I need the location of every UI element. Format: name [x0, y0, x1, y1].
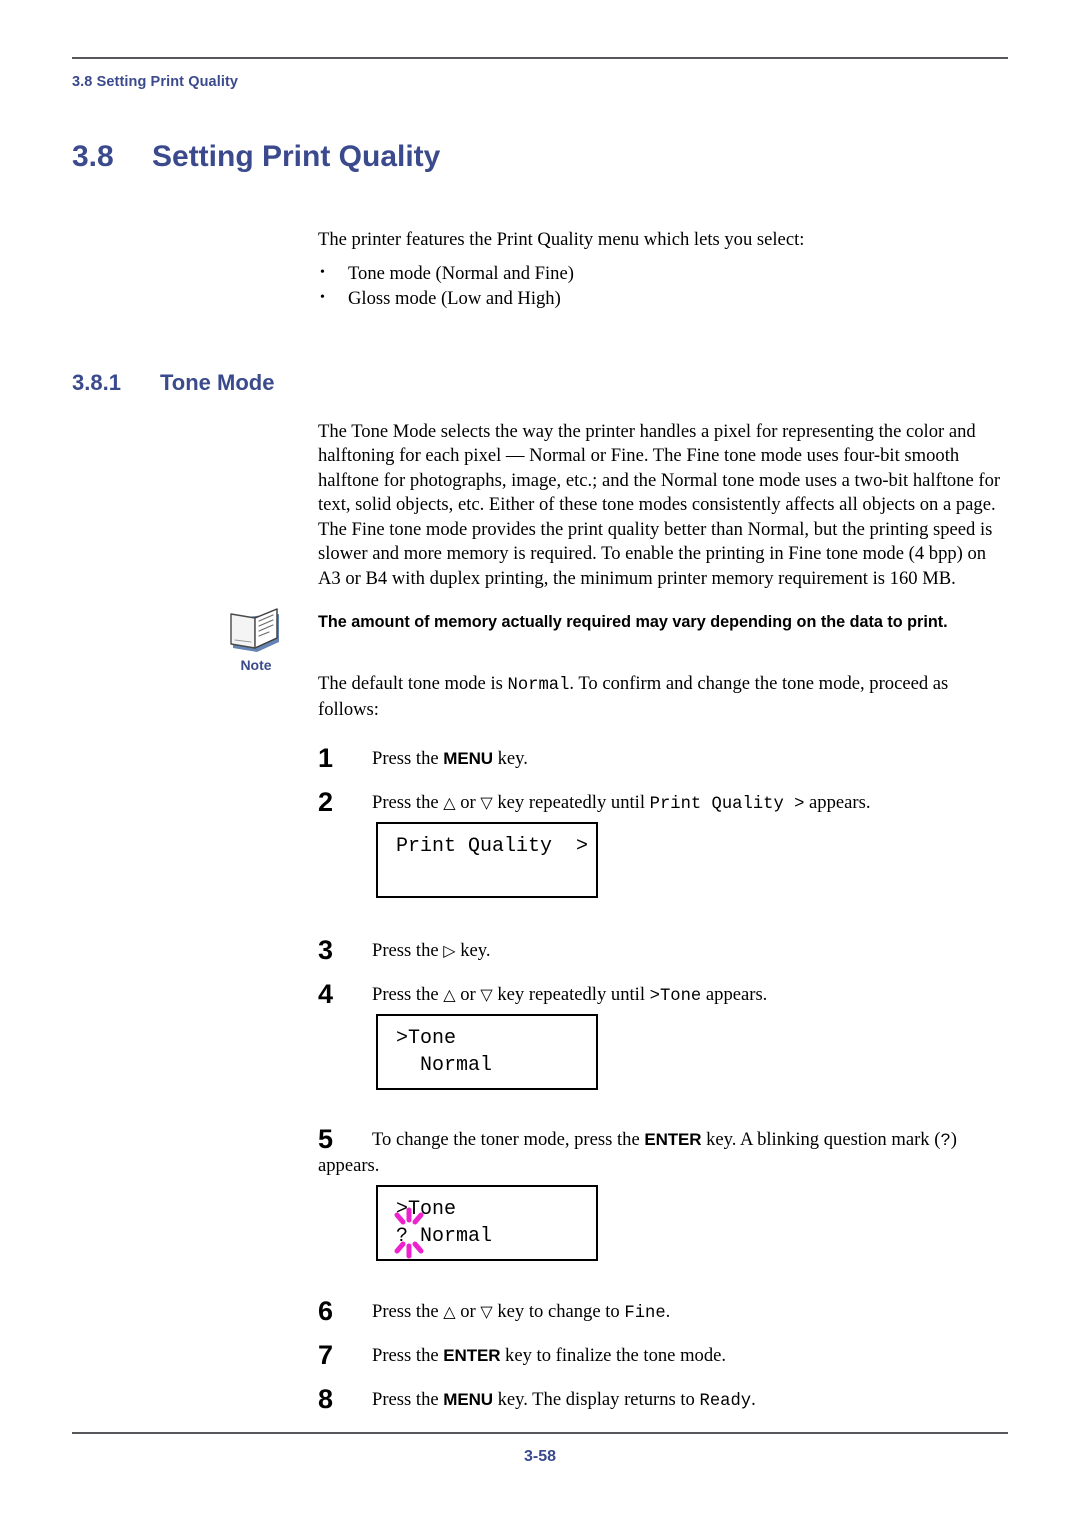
lcd-tone-normal: >Tone Normal [376, 1014, 598, 1090]
running-header: 3.8 Setting Print Quality [72, 74, 239, 90]
step-text-run-text: or [455, 792, 481, 813]
paragraph-default-tone-mode: The default tone mode is Normal. To conf… [318, 672, 1008, 723]
step-text-run-text: Press the [372, 940, 444, 961]
step-number: 5 [318, 1124, 334, 1154]
step-text-run-text: Press the [372, 792, 444, 813]
step-2: 2 Press the △ or ▽ key repeatedly until … [318, 787, 1018, 817]
lcd-line-1: >Tone [396, 1198, 457, 1221]
step-text-run-kbd: ENTER [644, 1130, 702, 1149]
step-text-run-tri: ▽ [480, 1302, 493, 1321]
step-text-run-text: key repeatedly until [492, 792, 650, 813]
step-text: Press the ENTER key to finalize the tone… [372, 1345, 726, 1366]
step-text-run-text: key repeatedly until [492, 984, 650, 1005]
step-text-run-text: key. A blinking question mark ( [701, 1129, 941, 1150]
note-callout: Note [218, 606, 294, 673]
intro-bullet-list: Tone mode (Normal and Fine) Gloss mode (… [318, 262, 1008, 313]
step-number: 2 [318, 787, 334, 817]
step-text: Press the △ or ▽ key to change to Fine. [372, 1301, 671, 1323]
step-text-run-text: Press the [372, 984, 444, 1005]
step-text-run-kbd: ENTER [443, 1346, 501, 1365]
step-text-run-text: Press the [372, 748, 444, 769]
step-text: Press the MENU key. [372, 748, 528, 769]
lcd-tone-normal-blinking: >Tone ? Normal [376, 1185, 598, 1261]
step-text-run-mono: Print Quality > [649, 795, 805, 814]
page-title: 3.8 Setting Print Quality [72, 140, 440, 174]
step-4: 4 Press the △ or ▽ key repeatedly until … [318, 979, 1018, 1009]
step-text-run-mono: Ready [699, 1392, 752, 1411]
step-text: Press the MENU key. The display returns … [372, 1389, 756, 1411]
lcd-print-quality: Print Quality > [376, 822, 598, 898]
lcd-line-2: ? Normal [394, 1207, 596, 1259]
subsection-number: 3.8.1 [72, 370, 121, 395]
step-text-run-text: appears. [701, 984, 768, 1005]
lcd-line-1: Print Quality > [396, 835, 589, 858]
step-text-run-text: Press the [372, 1389, 444, 1410]
step-text-run-kbd: MENU [443, 1390, 493, 1409]
subsection-title-text: Tone Mode [160, 370, 275, 395]
step-text-run-text: Press the [372, 1345, 444, 1366]
step-text-run-text: To change the toner mode, press the [372, 1129, 645, 1150]
step-text-run-text: . [751, 1389, 756, 1410]
list-item: Tone mode (Normal and Fine) [318, 262, 1008, 285]
step-text-run-tri: ▽ [480, 793, 493, 812]
step-number: 8 [318, 1384, 334, 1414]
blinking-question-mark: ? [394, 1207, 424, 1259]
step-text-run-tri: △ [443, 1302, 456, 1321]
step-7: 7 Press the ENTER key to finalize the to… [318, 1340, 1018, 1370]
step-1: 1 Press the MENU key. [318, 743, 1018, 773]
step-number: 4 [318, 979, 334, 1009]
step-text-run-text: key. The display returns to [492, 1389, 700, 1410]
step-3: 3 Press the ▷ key. [318, 935, 1018, 965]
step-number: 3 [318, 935, 334, 965]
lcd-line-2-rest: Normal [408, 1225, 493, 1248]
step-text-run-text: Press the [372, 1301, 444, 1322]
header-rule [72, 57, 1008, 59]
step-text-run-mono: ? [940, 1132, 951, 1151]
default-mode-before: The default tone mode is [318, 673, 508, 694]
step-text-run-mono: Fine [624, 1304, 666, 1323]
lcd-line-2: Normal [396, 1054, 493, 1077]
step-text-run-kbd: MENU [443, 749, 493, 768]
step-text-run-text: . [665, 1301, 671, 1322]
step-text-run-text: or [455, 1301, 481, 1322]
step-text-run-text: key to finalize the tone mode. [500, 1345, 727, 1366]
section-title: Setting Print Quality [152, 140, 441, 173]
footer-rule [72, 1432, 1008, 1434]
paragraph-tone-mode-description: The Tone Mode selects the way the printe… [318, 421, 1001, 516]
default-mode-value: Normal [507, 676, 570, 695]
note-label: Note [240, 657, 272, 673]
step-text-run-text: key. [455, 940, 491, 961]
section-number: 3.8 [72, 140, 114, 173]
step-text-run-tri: △ [443, 985, 456, 1004]
list-item: Gloss mode (Low and High) [318, 287, 1008, 310]
step-text: Press the △ or ▽ key repeatedly until Pr… [372, 792, 871, 814]
lcd-blink-char: ? [396, 1225, 409, 1248]
step-8: 8 Press the MENU key. The display return… [318, 1384, 1018, 1414]
intro-lead: The printer features the Print Quality m… [318, 229, 805, 250]
step-number: 1 [318, 743, 334, 773]
subsection-title: 3.8.1 Tone Mode [72, 370, 274, 396]
step-text-run-text: appears. [804, 792, 871, 813]
step-text-run-mono: >Tone [649, 987, 702, 1006]
step-text: To change the toner mode, press the ENTE… [318, 1129, 957, 1176]
page-number: 3-58 [523, 1448, 557, 1465]
note-text: The amount of memory actually required m… [318, 613, 948, 631]
step-text-run-text: or [455, 984, 481, 1005]
step-6: 6 Press the △ or ▽ key to change to Fine… [318, 1296, 1018, 1326]
step-number: 6 [318, 1296, 334, 1326]
document-page: 3.8 Setting Print Quality 3.8 Setting Pri… [0, 0, 1080, 1528]
step-5: 5 To change the toner mode, press the EN… [318, 1124, 1018, 1178]
note-book-icon [230, 608, 279, 652]
lcd-line-1: >Tone [396, 1027, 457, 1050]
step-text-run-text: key. [492, 748, 528, 769]
paragraph-fine-tone-memory: The Fine tone mode provides the print qu… [318, 519, 993, 589]
step-number: 7 [318, 1340, 334, 1370]
step-text-run-text: key to change to [492, 1301, 625, 1322]
step-text-run-tri: ▷ [443, 941, 456, 960]
step-text: Press the △ or ▽ key repeatedly until >T… [372, 984, 768, 1006]
step-text-run-tri: ▽ [480, 985, 493, 1004]
step-text-run-tri: △ [443, 793, 456, 812]
step-text: Press the ▷ key. [372, 940, 491, 961]
